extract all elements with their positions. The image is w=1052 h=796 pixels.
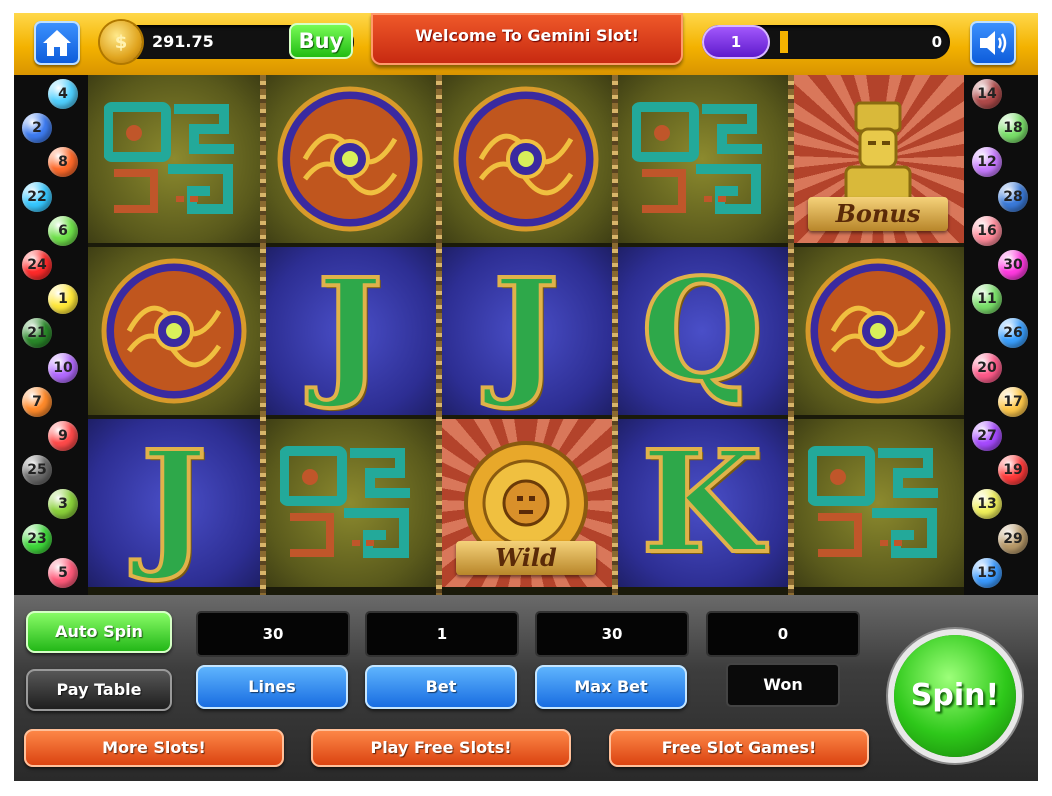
pay-table-button[interactable]: Pay Table — [26, 669, 172, 711]
reel-symbol-disc — [440, 75, 612, 243]
free-slot-games-button[interactable]: Free Slot Games! — [609, 729, 869, 767]
payline-number: 18 — [998, 113, 1028, 144]
paylines-right: 14 18 12 28 16 30 11 26 20 17 27 19 13 29 15 — [964, 75, 1038, 595]
bet-button[interactable]: Bet — [365, 665, 517, 709]
reel-symbol-J: J — [440, 247, 612, 415]
level-badge: 1 — [702, 25, 770, 59]
slot-game: $ 291.75 Buy Welcome To Gemini Slot! 1 0… — [14, 13, 1038, 781]
payline-number: 30 — [998, 250, 1028, 280]
payline-number: 11 — [972, 284, 1002, 315]
reel-divider — [436, 75, 442, 595]
payline-number: 9 — [48, 421, 78, 451]
play-free-slots-button[interactable]: Play Free Slots! — [311, 729, 571, 767]
max-bet-value: 30 — [535, 611, 689, 657]
payline-number: 28 — [998, 181, 1028, 212]
reel-symbol-glyph — [616, 75, 788, 243]
payline-number: 10 — [48, 352, 78, 383]
reel-symbol-J: J — [264, 247, 436, 415]
symbol-letter: K — [639, 421, 765, 585]
symbol-letter: J — [491, 249, 561, 413]
payline-number: 16 — [972, 215, 1002, 246]
payline-number: 2 — [22, 113, 52, 144]
reel-symbol-J: J — [88, 419, 260, 587]
payline-number: 12 — [972, 147, 1002, 178]
more-slots-button[interactable]: More Slots! — [24, 729, 284, 767]
spin-button[interactable]: Spin! — [894, 635, 1016, 757]
reel-symbol-disc — [88, 247, 260, 415]
xp-bar-fill — [780, 31, 788, 53]
payline-number: 4 — [48, 79, 78, 109]
payline-number: 23 — [22, 523, 52, 554]
reel-divider — [788, 75, 794, 595]
lines-button[interactable]: Lines — [196, 665, 348, 709]
reel-symbol-disc — [792, 247, 964, 415]
buy-button[interactable]: Buy — [289, 23, 353, 59]
reel-symbol-disc — [264, 75, 436, 243]
auto-spin-button[interactable]: Auto Spin — [26, 611, 172, 653]
payline-number: 22 — [22, 181, 52, 212]
payline-number: 13 — [972, 489, 1002, 520]
welcome-banner: Welcome To Gemini Slot! — [371, 13, 683, 65]
reel-divider — [612, 75, 618, 595]
payline-number: 24 — [22, 250, 52, 280]
reel-symbol-bonus: Bonus — [792, 75, 964, 243]
bet-value: 1 — [365, 611, 519, 657]
won-label: Won — [726, 663, 840, 707]
payline-number: 17 — [998, 386, 1028, 417]
symbol-label: Bonus — [808, 197, 948, 231]
reel-symbol-glyph — [88, 75, 260, 243]
coin-icon: $ — [100, 21, 142, 63]
payline-number: 15 — [972, 557, 1002, 588]
payline-number: 29 — [998, 523, 1028, 554]
payline-number: 8 — [48, 147, 78, 178]
payline-number: 5 — [48, 557, 78, 588]
symbol-letter: J — [315, 249, 385, 413]
reel-symbol-wild: Wild — [440, 419, 612, 587]
reel-symbol-K: K — [616, 419, 788, 587]
payline-number: 26 — [998, 318, 1028, 349]
reel-symbol-Q: Q — [616, 247, 788, 415]
speaker-icon — [980, 31, 1007, 55]
payline-number: 21 — [22, 318, 52, 349]
payline-number: 3 — [48, 489, 78, 520]
payline-number: 20 — [972, 352, 1002, 383]
payline-number: 14 — [972, 79, 1002, 109]
xp-value: 0 — [931, 33, 942, 51]
payline-number: 25 — [22, 455, 52, 486]
lines-value: 30 — [196, 611, 350, 657]
payline-number: 7 — [22, 386, 52, 417]
reel-divider — [260, 75, 266, 595]
sound-button[interactable] — [970, 21, 1016, 65]
reel-symbol-glyph — [792, 419, 964, 587]
home-button[interactable] — [34, 21, 80, 65]
coin-balance-value: 291.75 — [152, 32, 214, 51]
payline-number: 19 — [998, 455, 1028, 486]
top-bar: $ 291.75 Buy Welcome To Gemini Slot! 1 0 — [14, 13, 1038, 75]
payline-number: 27 — [972, 421, 1002, 451]
won-value: 0 — [706, 611, 860, 657]
payline-number: 6 — [48, 215, 78, 246]
max-bet-button[interactable]: Max Bet — [535, 665, 687, 709]
symbol-letter: Q — [639, 249, 765, 413]
home-icon — [43, 30, 71, 56]
paylines-left: 4 2 8 22 6 24 1 21 10 7 9 25 3 23 5 — [14, 75, 88, 595]
payline-number: 1 — [48, 284, 78, 315]
reels-area: J J J Wild Q K Bonus — [88, 75, 964, 595]
symbol-label: Wild — [456, 541, 596, 575]
reel-symbol-glyph — [264, 419, 436, 587]
symbol-letter: J — [139, 421, 209, 585]
